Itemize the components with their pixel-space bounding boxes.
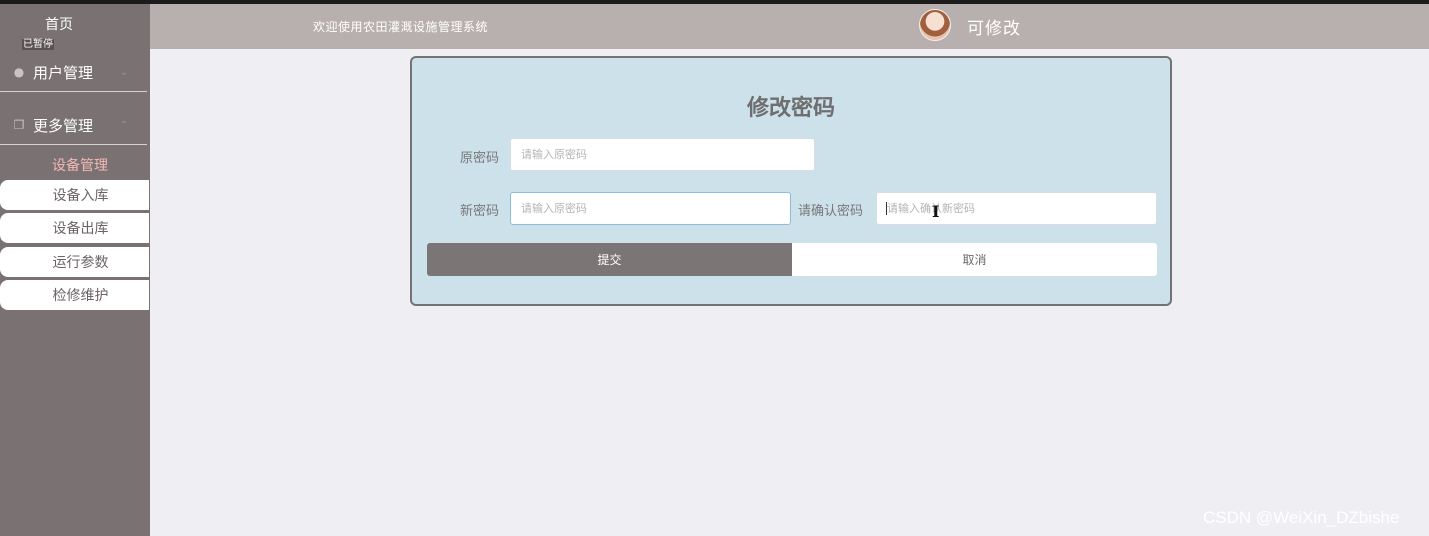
old-password-label: 原密码 xyxy=(460,151,500,166)
text-cursor-icon: I xyxy=(932,202,940,221)
cancel-button[interactable]: 取消 xyxy=(792,243,1157,276)
new-password-field[interactable] xyxy=(510,192,791,225)
sidebar: 首页 已暂停 ● 用户管理 ⌄ ❐ 更多管理 ⌃ 设备管理 设备入库 设备出库 … xyxy=(0,4,150,536)
chevron-up-icon: ⌃ xyxy=(120,119,129,131)
watermark: CSDN @WeiXin_DZbishe xyxy=(1203,508,1400,527)
paused-badge: 已暂停 xyxy=(22,39,54,50)
submit-button[interactable]: 提交 xyxy=(427,243,792,276)
old-password-field[interactable] xyxy=(510,138,815,171)
sidebar-submenu-device-management[interactable]: 设备管理 xyxy=(0,155,160,175)
sidebar-home-link[interactable]: 首页 xyxy=(0,14,118,34)
username[interactable]: 可修改 xyxy=(967,14,1021,39)
confirm-password-label: 请确认密码 xyxy=(798,204,864,219)
sidebar-divider xyxy=(0,144,147,145)
sidebar-menu-label: 更多管理 xyxy=(33,116,94,135)
sidebar-menu-label: 用户管理 xyxy=(33,63,94,82)
change-password-card: 修改密码 原密码 新密码 请确认密码 I 提交 取消 xyxy=(410,56,1172,306)
new-password-label: 新密码 xyxy=(460,204,500,219)
sidebar-item-device-out[interactable]: 设备出库 xyxy=(0,213,149,243)
sidebar-item-run-params[interactable]: 运行参数 xyxy=(0,247,149,277)
sidebar-item-maintenance[interactable]: 检修维护 xyxy=(0,280,149,310)
welcome-text: 欢迎使用农田灌溉设施管理系统 xyxy=(313,20,489,34)
text-caret xyxy=(886,202,887,215)
confirm-password-field[interactable] xyxy=(876,192,1157,225)
avatar[interactable] xyxy=(919,9,951,41)
window-icon: ❐ xyxy=(13,118,25,132)
page-title: 修改密码 xyxy=(746,96,835,121)
sidebar-menu-more-management[interactable]: ❐ 更多管理 ⌃ xyxy=(0,105,150,145)
chevron-down-icon: ⌄ xyxy=(120,66,129,78)
sidebar-item-device-in[interactable]: 设备入库 xyxy=(0,180,149,210)
sidebar-divider xyxy=(0,91,147,92)
user-icon: ● xyxy=(13,65,25,79)
top-header: 欢迎使用农田灌溉设施管理系统 可修改 xyxy=(150,4,1429,49)
sidebar-menu-user-management[interactable]: ● 用户管理 ⌄ xyxy=(0,52,150,92)
